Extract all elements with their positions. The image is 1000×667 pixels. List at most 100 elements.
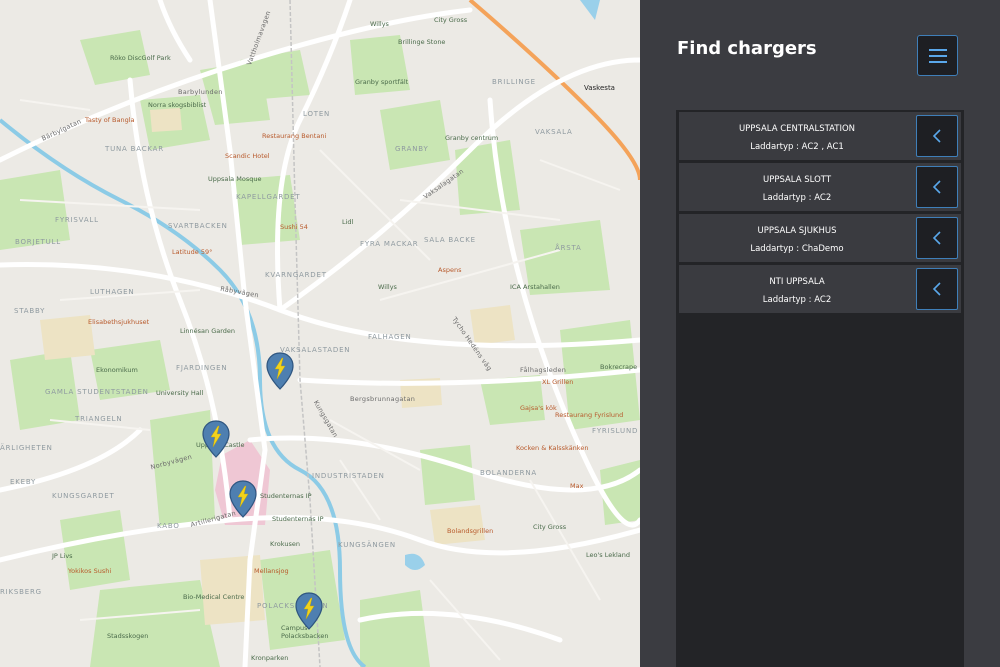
- area-label: GAMLA STUDENTSTADEN: [45, 388, 149, 396]
- poi-label: Granby sportfält: [355, 78, 409, 86]
- poi-label: Brillinge Stone: [398, 38, 446, 46]
- charger-pin-icon: [295, 592, 323, 630]
- charger-card[interactable]: NTI UPPSALA Laddartyp : AC2: [679, 265, 961, 313]
- hamburger-menu-icon: [928, 60, 947, 63]
- area-label: SALA BACKE: [424, 236, 476, 244]
- area-label: BOLANDERNA: [480, 469, 537, 477]
- hamburger-menu-icon: [928, 54, 947, 57]
- charger-pin-icon: [266, 352, 294, 390]
- poi-label: Kocken & Kalsskänken: [516, 444, 589, 452]
- poi-label: Vaskesta: [584, 84, 615, 92]
- area-label: KAPELLGARDET: [236, 193, 301, 201]
- poi-label: Aspens: [438, 266, 462, 274]
- charger-name: UPPSALA SLOTT: [762, 175, 832, 185]
- map-view[interactable]: TUNA BACKAR FYRISVALL BORJETULL SVARTBAC…: [0, 0, 640, 667]
- poi-label: University Hall: [156, 389, 204, 397]
- street-label: Bergsbrunnagatan: [350, 395, 416, 403]
- area-label: LUTHAGEN: [90, 288, 135, 296]
- poi-label: Krokusen: [270, 540, 300, 548]
- charger-type-value: ChaDemo: [801, 244, 844, 254]
- menu-button[interactable]: [917, 35, 958, 76]
- area-label: GRANBY: [395, 145, 429, 153]
- chevron-left-icon: [932, 231, 941, 245]
- area-label: LOTEN: [303, 110, 331, 118]
- charger-card[interactable]: UPPSALA SLOTT Laddartyp : AC2: [679, 163, 961, 211]
- poi-label: Uppsala Mosque: [208, 175, 262, 183]
- poi-label: Röko DiscGolf Park: [110, 54, 171, 62]
- poi-label: XL Grillen: [542, 378, 574, 386]
- street-label: Fålhagsleden: [520, 366, 567, 374]
- area-label: RIKSBERG: [0, 588, 42, 596]
- open-charger-button[interactable]: [916, 217, 958, 259]
- poi-label: Stadsskogen: [107, 632, 149, 640]
- poi-label: JP Livs: [52, 552, 73, 560]
- poi-label: Lidl: [342, 218, 354, 226]
- charger-type-value: AC2 , AC1: [801, 142, 844, 152]
- poi-label: Ekonomikum: [96, 366, 138, 374]
- area-label: STABBY: [14, 307, 46, 315]
- poi-label: Mellansjog: [254, 567, 289, 575]
- charger-pin-icon: [229, 480, 257, 518]
- area-label: TRIANGELN: [75, 415, 123, 423]
- open-charger-button[interactable]: [916, 268, 958, 310]
- poi-label: Granby centrum: [445, 134, 499, 142]
- charger-name: UPPSALA SJUKHUS: [757, 226, 837, 236]
- charger-list: UPPSALA CENTRALSTATION Laddartyp : AC2 ,…: [676, 110, 964, 667]
- charger-type-value: AC2: [814, 193, 832, 203]
- area-label: EKEBY: [10, 478, 37, 486]
- poi-label: Elisabethsjukhuset: [88, 318, 150, 326]
- poi-label: Studenternas IP: [272, 515, 324, 523]
- chevron-left-icon: [932, 282, 941, 296]
- charger-marker[interactable]: [229, 480, 257, 518]
- charger-type-label: Laddartyp :: [750, 142, 799, 152]
- charger-card[interactable]: UPPSALA SJUKHUS Laddartyp : ChaDemo: [679, 214, 961, 262]
- chargers-panel: Find chargers UPPSALA CENTRALSTATION Lad…: [640, 0, 1000, 667]
- poi-label: Bio-Medical Centre: [183, 593, 245, 601]
- poi-label: Yokikos Sushi: [68, 567, 112, 575]
- poi-label: Studenternas IP: [260, 492, 312, 500]
- area-label: KVARNGARDET: [265, 271, 327, 279]
- poi-label: Tasty of Bangla: [85, 116, 135, 124]
- area-label: ÅRSTA: [555, 244, 582, 252]
- charger-card[interactable]: UPPSALA CENTRALSTATION Laddartyp : AC2 ,…: [679, 112, 961, 160]
- area-label: BORJETULL: [15, 238, 61, 246]
- charger-type: Laddartyp : AC2 , AC1: [679, 142, 915, 152]
- area-label: KABO: [157, 522, 180, 530]
- area-label: FYRISVALL: [55, 216, 99, 224]
- poi-label: Leo's Lekland: [586, 551, 631, 559]
- area-label: FYRISLUND: [592, 427, 639, 435]
- charger-type: Laddartyp : AC2: [679, 193, 915, 203]
- hamburger-menu-icon: [928, 48, 947, 51]
- area-label: KUNGSGARDET: [52, 492, 115, 500]
- poi-label: Gajsa's kök: [520, 404, 557, 412]
- charger-marker[interactable]: [295, 592, 323, 630]
- poi-label: City Gross: [533, 523, 567, 531]
- street-label: Barbylunden: [178, 88, 223, 96]
- area-label: KUNGSÄNGEN: [338, 541, 396, 549]
- poi-label: ICA Arstahallen: [510, 283, 560, 291]
- area-label: VAKSALA: [535, 128, 573, 136]
- charger-type: Laddartyp : AC2: [679, 295, 915, 305]
- area-label: FYRA MACKAR: [360, 240, 419, 248]
- poi-label: Restaurang Fyrislund: [555, 411, 624, 419]
- charger-marker[interactable]: [266, 352, 294, 390]
- charger-marker[interactable]: [202, 420, 230, 458]
- poi-label: Linnésan Garden: [180, 327, 236, 335]
- panel-title: Find chargers: [677, 38, 817, 59]
- poi-label: Bokrecrape: [600, 363, 638, 371]
- charger-type: Laddartyp : ChaDemo: [679, 244, 915, 254]
- poi-label: Restaurang Bentani: [262, 132, 327, 140]
- poi-label: Max: [570, 482, 584, 490]
- poi-label: Latitude 59°: [172, 248, 213, 256]
- chevron-left-icon: [932, 129, 941, 143]
- poi-label: Kronparken: [251, 654, 289, 662]
- poi-label: Bolandsgrillen: [447, 527, 494, 535]
- charger-name: NTI UPPSALA: [769, 277, 825, 287]
- charger-name: UPPSALA CENTRALSTATION: [738, 124, 856, 134]
- open-charger-button[interactable]: [916, 166, 958, 208]
- area-label: TUNA BACKAR: [105, 145, 164, 153]
- open-charger-button[interactable]: [916, 115, 958, 157]
- area-label: BRILLINGE: [492, 78, 536, 86]
- charger-type-label: Laddartyp :: [762, 193, 812, 203]
- area-label: FALHAGEN: [368, 333, 412, 341]
